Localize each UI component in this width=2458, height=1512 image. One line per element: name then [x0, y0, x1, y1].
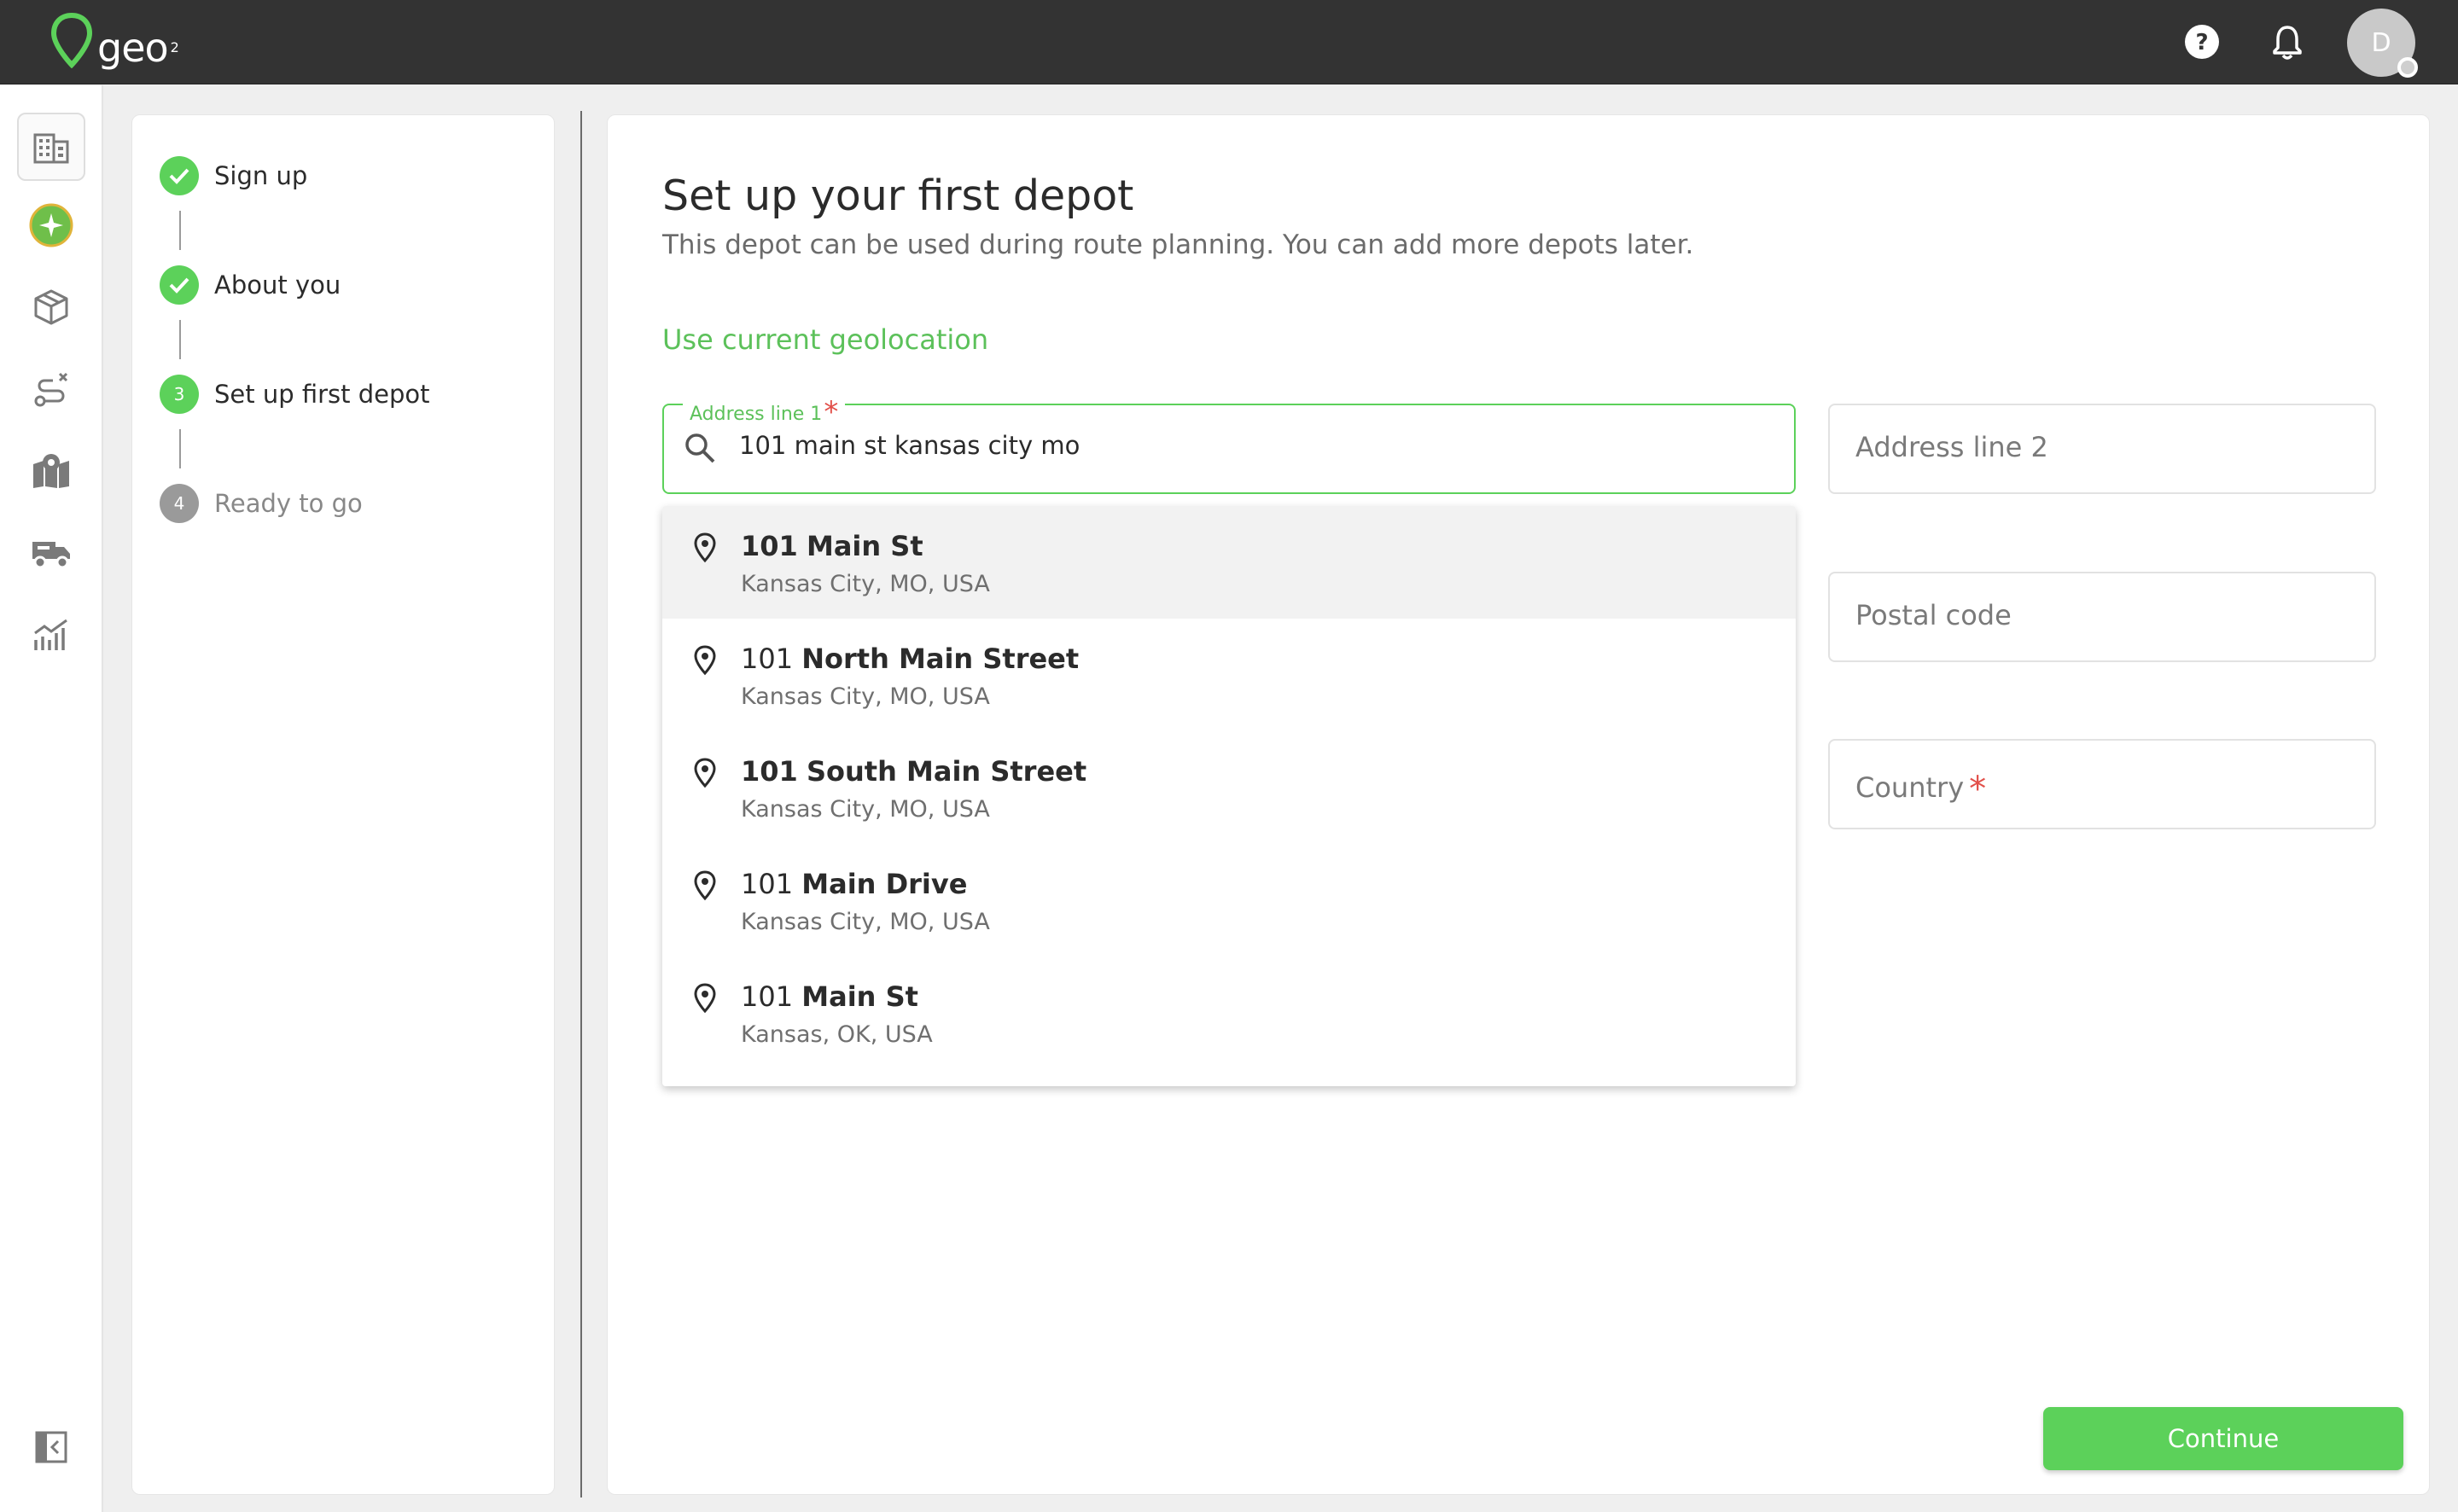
step-complete-check-icon — [160, 156, 199, 195]
address-line-1-label: Address line 1* — [683, 393, 846, 429]
step-connector — [179, 429, 181, 468]
step-label: Sign up — [214, 161, 308, 190]
location-pin-icon — [694, 645, 716, 676]
country-field[interactable]: Country * — [1828, 739, 2376, 829]
country-placeholder: Country * — [1855, 770, 1987, 809]
location-pin-icon — [694, 532, 716, 563]
step-connector — [179, 320, 181, 359]
logo-subscript: 2 — [170, 39, 179, 55]
address-line-1-input[interactable] — [739, 431, 1763, 460]
avatar-initial: D — [2371, 27, 2391, 58]
address-line-2-field[interactable]: Address line 2 — [1828, 404, 2376, 494]
step-label: Set up first depot — [214, 380, 430, 409]
step-complete-check-icon — [160, 265, 199, 305]
page-title: Set up your first depot — [662, 172, 1134, 220]
planet-icon — [29, 203, 73, 247]
collapse-sidebar-button[interactable] — [17, 1413, 85, 1481]
geo-logo[interactable]: geo 2 — [50, 12, 179, 72]
nav-explore[interactable] — [17, 191, 85, 259]
address-line-1-field[interactable]: Address line 1* — [662, 393, 1796, 494]
postal-code-placeholder: Postal code — [1855, 599, 2012, 631]
suggestion-street: 101 North Main Street — [741, 643, 1080, 675]
svg-text:?: ? — [2195, 30, 2208, 55]
building-icon — [33, 133, 69, 164]
address-line-2-placeholder: Address line 2 — [1855, 431, 2048, 463]
location-pin-icon — [694, 870, 716, 901]
bell-icon[interactable] — [2264, 19, 2310, 65]
suggestion-region: Kansas City, MO, USA — [741, 796, 990, 823]
suggestion-item[interactable]: 101 Main St Kansas, OK, USA — [662, 957, 1796, 1069]
nav-map[interactable] — [17, 437, 85, 505]
step-label: About you — [214, 270, 341, 299]
truck-icon — [32, 542, 70, 569]
suggestion-region: Kansas City, MO, USA — [741, 909, 990, 935]
analytics-icon — [34, 619, 67, 650]
presence-status-dot — [2397, 57, 2418, 78]
suggestion-street: 101 Main Drive — [741, 868, 968, 900]
step-number-badge: 4 — [160, 484, 199, 523]
suggestion-item[interactable]: 101 Main Drive Kansas City, MO, USA — [662, 844, 1796, 957]
nav-depots[interactable] — [17, 113, 85, 181]
address-suggestions-dropdown: 101 Main St Kansas City, MO, USA 101 Nor… — [662, 506, 1796, 1086]
step-ready-to-go: 4 Ready to go — [160, 484, 363, 523]
step-about-you: About you — [160, 265, 341, 305]
required-asterisk: * — [824, 395, 839, 429]
postal-code-field[interactable]: Postal code — [1828, 572, 2376, 662]
help-icon[interactable]: ? — [2179, 19, 2225, 65]
setup-steps-panel: Sign up About you 3 Set up first depot 4… — [131, 114, 555, 1495]
suggestion-item[interactable]: 101 Main St Kansas City, MO, USA — [662, 506, 1796, 619]
step-set-up-depot: 3 Set up first depot — [160, 375, 430, 414]
nav-routes[interactable] — [17, 355, 85, 423]
map-icon — [33, 454, 69, 488]
location-pin-icon — [694, 758, 716, 788]
logo-text: geo — [97, 25, 169, 71]
depot-setup-card: Set up your first depot This depot can b… — [607, 114, 2430, 1495]
suggestion-region: Kansas City, MO, USA — [741, 683, 990, 710]
use-geolocation-link[interactable]: Use current geolocation — [662, 323, 988, 356]
suggestion-region: Kansas City, MO, USA — [741, 571, 990, 597]
continue-button[interactable]: Continue — [2043, 1407, 2403, 1470]
step-connector — [179, 211, 181, 250]
nav-orders[interactable] — [17, 273, 85, 341]
suggestion-street: 101 South Main Street — [741, 755, 1087, 788]
step-number-badge: 3 — [160, 375, 199, 414]
step-sign-up: Sign up — [160, 156, 307, 195]
suggestion-item[interactable]: 101 South Main Street Kansas City, MO, U… — [662, 731, 1796, 844]
location-pin-logo-icon — [50, 12, 93, 68]
route-icon — [34, 372, 68, 407]
location-pin-icon — [694, 983, 716, 1014]
suggestion-item[interactable]: 101 North Main Street Kansas City, MO, U… — [662, 619, 1796, 731]
suggestion-street: 101 Main St — [741, 980, 918, 1013]
collapse-sidebar-icon — [35, 1431, 67, 1463]
navigation-rail — [0, 85, 103, 1512]
panel-divider — [580, 111, 582, 1497]
page-subtitle: This depot can be used during route plan… — [662, 230, 1694, 260]
step-label: Ready to go — [214, 489, 363, 518]
suggestion-region: Kansas, OK, USA — [741, 1021, 933, 1048]
nav-analytics[interactable] — [17, 601, 85, 669]
search-icon — [685, 433, 715, 463]
top-bar: geo 2 ? D — [0, 0, 2458, 84]
suggestion-street: 101 Main St — [741, 530, 923, 562]
package-icon — [34, 289, 68, 325]
required-asterisk: * — [1969, 770, 1987, 809]
nav-fleet[interactable] — [17, 519, 85, 587]
